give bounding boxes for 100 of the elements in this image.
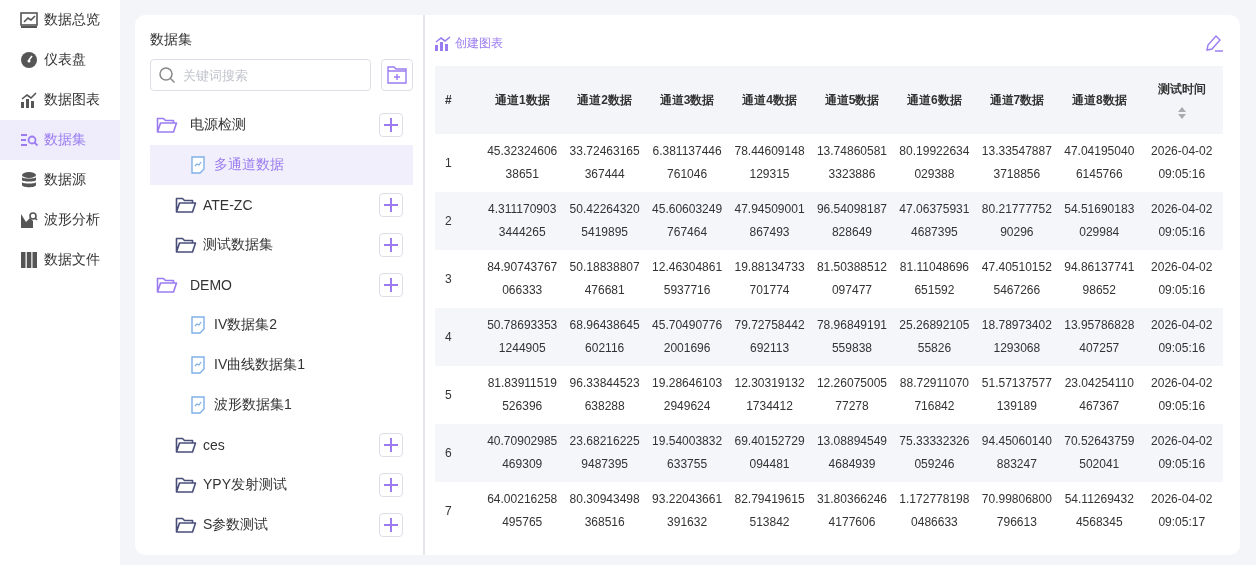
bar-chart-icon — [20, 91, 38, 109]
tree-item[interactable]: 波形数据集1 — [150, 385, 413, 425]
tree-folder[interactable]: DEMO — [150, 265, 413, 305]
column-header: 通道4数据 — [728, 66, 811, 134]
folder-icon — [175, 516, 197, 534]
table-cell: 96.33844523638288 — [563, 366, 646, 424]
tree-folder[interactable]: YPY发射测试 — [150, 465, 413, 505]
wave-search-icon — [20, 211, 38, 229]
folder-icon — [156, 276, 178, 294]
table-cell: 4.3111709033444265 — [481, 192, 564, 250]
add-button[interactable] — [379, 473, 403, 497]
table-cell: 80.30943498368516 — [563, 482, 646, 540]
table-cell: 47.041950406145766 — [1058, 134, 1141, 192]
sort-icon[interactable] — [1176, 105, 1187, 120]
table-cell: 1 — [435, 134, 481, 192]
table-cell: 47.063759314687395 — [893, 192, 976, 250]
table-cell: 94.45060140883247 — [975, 424, 1059, 482]
plus-icon — [383, 237, 399, 253]
table-cell: 13.335478873718856 — [975, 134, 1059, 192]
folder-plus-icon — [387, 66, 407, 84]
add-button[interactable] — [379, 113, 403, 137]
nav-item[interactable]: 仪表盘 — [0, 40, 120, 80]
table-cell: 54.112694324568345 — [1058, 482, 1141, 540]
nav-item[interactable]: 波形分析 — [0, 200, 120, 240]
table-cell: 40.70902985469309 — [481, 424, 564, 482]
table-cell: 7 — [435, 482, 481, 540]
nav-item[interactable]: 数据总览 — [0, 0, 120, 40]
panel-title: 数据集 — [150, 31, 193, 49]
search-field[interactable]: 关键词搜索 — [150, 59, 371, 91]
add-button[interactable] — [379, 433, 403, 457]
search-icon — [158, 66, 176, 84]
table-cell: 23.682162259487395 — [563, 424, 646, 482]
table-cell: 81.83911519526396 — [481, 366, 564, 424]
table-cell: 33.72463165367444 — [563, 134, 646, 192]
table-cell: 51.57137577139189 — [975, 366, 1059, 424]
column-header: 通道1数据 — [481, 66, 564, 134]
chart-document-icon — [190, 156, 206, 174]
folder-icon — [175, 436, 197, 454]
table-cell: 6.381137446761046 — [645, 134, 729, 192]
chart-document-icon — [190, 316, 206, 334]
folder-icon — [175, 476, 197, 494]
nav-item[interactable]: 数据图表 — [0, 80, 120, 120]
chart-board-icon — [20, 11, 38, 29]
table-cell: 2026-04-02 09:05:17 — [1140, 482, 1223, 540]
table-cell: 12.2607500577278 — [810, 366, 894, 424]
add-button[interactable] — [379, 193, 403, 217]
table-cell: 12.463048615937716 — [645, 250, 729, 308]
add-button[interactable] — [379, 513, 403, 537]
bar-chart-icon — [435, 35, 452, 51]
table-cell: 94.8613774198652 — [1058, 250, 1141, 308]
table-cell: 2026-04-02 09:05:16 — [1140, 192, 1223, 250]
table-cell: 2026-04-02 09:05:16 — [1140, 134, 1223, 192]
table-cell: 80.19922634029388 — [893, 134, 976, 192]
table-cell: 18.789734021293068 — [975, 308, 1059, 366]
table-cell: 78.96849191559838 — [810, 308, 894, 366]
table-cell: 4 — [435, 308, 481, 366]
table-cell: 93.22043661391632 — [645, 482, 729, 540]
table-cell: 45.3232460638651 — [481, 134, 564, 192]
add-button[interactable] — [379, 233, 403, 257]
table-cell: 19.286461032949624 — [645, 366, 729, 424]
column-header: # — [435, 66, 481, 134]
chart-document-icon — [190, 396, 206, 414]
folder-icon — [156, 116, 178, 134]
table-cell: 31.803662464177606 — [810, 482, 894, 540]
tree-item[interactable]: IV曲线数据集1 — [150, 345, 413, 385]
pencil-icon[interactable] — [1204, 33, 1224, 53]
table-cell: 78.44609148129315 — [728, 134, 811, 192]
table-cell: 75.33332326059246 — [893, 424, 976, 482]
tree-folder[interactable]: ATE-ZC — [150, 185, 413, 225]
chart-document-icon — [190, 356, 206, 374]
add-button[interactable] — [379, 273, 403, 297]
database-icon — [20, 171, 38, 189]
tree-folder[interactable]: 测试数据集 — [150, 225, 413, 265]
table-cell: 88.72911070716842 — [893, 366, 976, 424]
table-cell: 25.2689210555826 — [893, 308, 976, 366]
table-cell: 6 — [435, 424, 481, 482]
folder-icon — [175, 196, 197, 214]
table-cell: 19.54003832633755 — [645, 424, 729, 482]
plus-icon — [383, 197, 399, 213]
nav-item[interactable]: 数据源 — [0, 160, 120, 200]
column-header: 通道2数据 — [563, 66, 646, 134]
table-cell: 70.99806800796613 — [975, 482, 1059, 540]
table-cell: 64.00216258495765 — [481, 482, 564, 540]
tree-item[interactable]: IV数据集2 — [150, 305, 413, 345]
table-cell: 70.52643759502041 — [1058, 424, 1141, 482]
list-search-icon — [20, 131, 38, 149]
table-cell: 69.40152729094481 — [728, 424, 811, 482]
new-folder-button[interactable] — [381, 59, 413, 91]
tree-folder[interactable]: 电源检测 — [150, 105, 413, 145]
table-cell: 1.1727781980486633 — [893, 482, 976, 540]
table-cell: 19.88134733701774 — [728, 250, 811, 308]
table-cell: 13.748605813323886 — [810, 134, 894, 192]
table-cell: 45.60603249767464 — [645, 192, 729, 250]
table-cell: 5 — [435, 366, 481, 424]
folder-icon — [175, 236, 197, 254]
tree-folder[interactable]: S参数测试 — [150, 505, 413, 545]
column-header: 通道5数据 — [810, 66, 894, 134]
tree-folder[interactable]: ces — [150, 425, 413, 465]
table-cell: 47.405101525467266 — [975, 250, 1059, 308]
nav-item[interactable]: 数据文件 — [0, 240, 120, 280]
